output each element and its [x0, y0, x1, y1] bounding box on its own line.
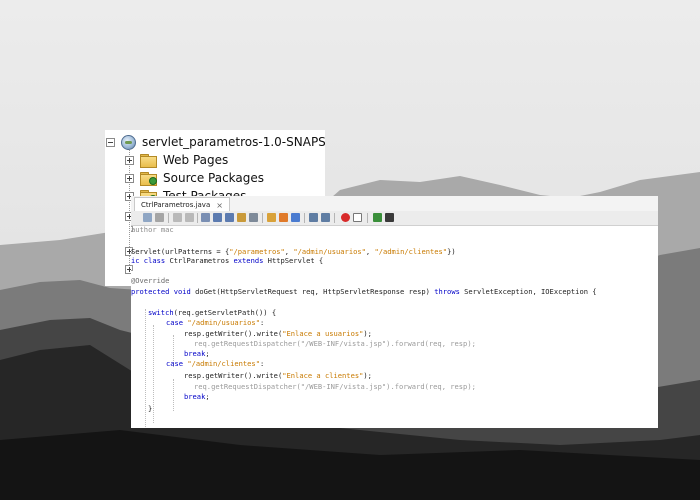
code-line: Servlet(urlPatterns = {"/parametros", "/… [131, 247, 456, 256]
shift-left-icon[interactable] [309, 213, 318, 222]
tab-label: CtrlParametros.java [141, 201, 211, 209]
toggle-rect-select-icon[interactable] [249, 213, 258, 222]
code-fold-marker[interactable] [131, 265, 133, 271]
find-next-icon[interactable] [225, 213, 234, 222]
project-name-label: servlet_parametros-1.0-SNAPSHOT [142, 135, 325, 149]
expand-toggle-icon[interactable] [125, 155, 134, 165]
web-project-globe-icon [121, 134, 136, 150]
next-bookmark-icon[interactable] [279, 213, 288, 222]
find-previous-icon[interactable] [213, 213, 222, 222]
code-line: resp.getWriter().write("Enlace a cliente… [184, 371, 372, 380]
code-line: req.getRequestDispatcher("/WEB-INF/vista… [194, 382, 476, 391]
forward-icon[interactable] [185, 213, 194, 222]
tree-node-label: Source Packages [163, 171, 265, 185]
code-line: protected void doGet(HttpServletRequest … [131, 287, 597, 296]
code-line: resp.getWriter().write("Enlace a usuario… [184, 329, 372, 338]
toggle-highlight-icon[interactable] [237, 213, 246, 222]
shift-right-icon[interactable] [321, 213, 330, 222]
comment-icon[interactable] [373, 213, 382, 222]
code-line: break; [184, 349, 210, 358]
back-icon[interactable] [173, 213, 182, 222]
uncomment-icon[interactable] [385, 213, 394, 222]
tree-node-source-packages[interactable]: Source Packages [125, 169, 264, 187]
start-macro-recording-icon[interactable] [341, 213, 350, 222]
tab-ctrlparametros-java[interactable]: CtrlParametros.java × [134, 197, 230, 212]
code-area[interactable]: author mac Servlet(urlPatterns = {"/para… [131, 225, 658, 428]
expand-toggle-icon[interactable] [125, 173, 134, 183]
previous-bookmark-icon[interactable] [267, 213, 276, 222]
tree-node-project-root[interactable]: servlet_parametros-1.0-SNAPSHOT [106, 133, 325, 151]
tree-node-web-pages[interactable]: Web Pages [125, 151, 228, 169]
code-line: break; [184, 392, 210, 401]
code-line: case "/admin/usuarios": [166, 318, 265, 327]
code-line: switch(req.getServletPath()) { [148, 308, 277, 317]
editor-toolbar [131, 211, 658, 226]
source-view-icon[interactable] [143, 213, 152, 222]
code-editor-window: CtrlParametros.java × author mac Servlet… [131, 196, 658, 428]
editor-tab-strip: CtrlParametros.java × [131, 196, 658, 212]
stop-macro-recording-icon[interactable] [353, 213, 362, 222]
history-icon[interactable] [155, 213, 164, 222]
code-line: } [148, 404, 153, 413]
folder-icon [140, 153, 157, 168]
collapse-toggle-icon[interactable] [106, 137, 115, 147]
code-line: req.getRequestDispatcher("/WEB-INF/vista… [194, 339, 476, 348]
tree-node-label: Web Pages [163, 153, 229, 167]
code-line: case "/admin/clientes": [166, 359, 265, 368]
package-folder-icon [140, 171, 157, 186]
code-line: ic class CtrlParametros extends HttpServ… [131, 256, 324, 265]
close-tab-icon[interactable]: × [216, 201, 223, 210]
find-icon[interactable] [201, 213, 210, 222]
toggle-bookmark-icon[interactable] [291, 213, 300, 222]
code-line: @Override [131, 276, 170, 285]
code-line: author mac [131, 225, 174, 234]
